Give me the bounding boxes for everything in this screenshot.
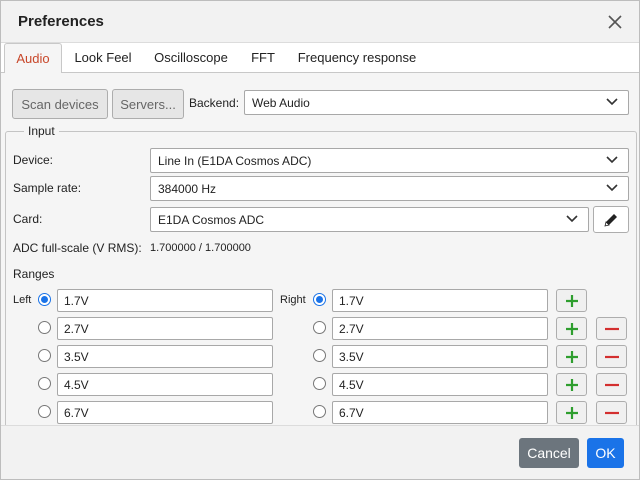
left-channel-label: Left — [13, 294, 32, 306]
close-button[interactable] — [605, 12, 625, 32]
card-label: Card: — [13, 212, 43, 226]
scan-devices-button[interactable]: Scan devices — [12, 89, 108, 119]
preferences-dialog: Preferences Audio Look Feel Oscilloscope… — [0, 0, 640, 480]
ok-button[interactable]: OK — [587, 438, 624, 468]
card-select[interactable]: E1DA Cosmos ADC — [150, 207, 589, 232]
plus-icon — [565, 294, 578, 307]
add-range-button-4[interactable] — [556, 373, 587, 396]
servers-button[interactable]: Servers... — [112, 89, 184, 119]
backend-label: Backend: — [189, 96, 240, 110]
left-range-radio-5[interactable] — [38, 405, 51, 418]
left-range-radio-1[interactable] — [38, 293, 51, 306]
device-select[interactable]: Line In (E1DA Cosmos ADC) — [150, 148, 629, 173]
left-range-input-5[interactable]: 6.7V — [57, 401, 273, 424]
card-value: E1DA Cosmos ADC — [158, 212, 265, 227]
plus-icon — [565, 378, 578, 391]
adc-full-scale-value: 1.700000 / 1.700000 — [150, 242, 251, 254]
right-range-radio-4[interactable] — [313, 377, 326, 390]
minus-icon — [604, 411, 619, 414]
plus-icon — [565, 350, 578, 363]
minus-icon — [604, 327, 619, 330]
right-range-input-5[interactable]: 6.7V — [332, 401, 548, 424]
plus-icon — [565, 322, 578, 335]
right-range-input-4[interactable]: 4.5V — [332, 373, 548, 396]
add-range-button-3[interactable] — [556, 345, 587, 368]
sample-rate-value: 384000 Hz — [158, 181, 217, 196]
left-range-input-2[interactable]: 2.7V — [57, 317, 273, 340]
left-range-radio-4[interactable] — [38, 377, 51, 390]
right-range-radio-2[interactable] — [313, 321, 326, 334]
backend-value: Web Audio — [252, 95, 310, 110]
right-range-radio-3[interactable] — [313, 349, 326, 362]
add-range-button-1[interactable] — [556, 289, 587, 312]
close-icon — [608, 15, 622, 29]
chevron-down-icon — [566, 215, 578, 223]
tab-fft[interactable]: FFT — [245, 43, 281, 73]
remove-range-button-5[interactable] — [596, 401, 627, 424]
right-range-radio-5[interactable] — [313, 405, 326, 418]
left-range-radio-3[interactable] — [38, 349, 51, 362]
right-range-input-2[interactable]: 2.7V — [332, 317, 548, 340]
tab-look-feel[interactable]: Look Feel — [67, 43, 139, 73]
right-range-input-3[interactable]: 3.5V — [332, 345, 548, 368]
chevron-down-icon — [606, 98, 618, 106]
minus-icon — [604, 355, 619, 358]
right-channel-label: Right — [280, 294, 306, 306]
device-value: Line In (E1DA Cosmos ADC) — [158, 153, 312, 168]
left-range-input-4[interactable]: 4.5V — [57, 373, 273, 396]
tab-frequency-response[interactable]: Frequency response — [291, 43, 423, 73]
left-range-input-1[interactable]: 1.7V — [57, 289, 273, 312]
tab-oscilloscope[interactable]: Oscilloscope — [147, 43, 235, 73]
remove-range-button-4[interactable] — [596, 373, 627, 396]
pencil-icon — [604, 213, 617, 227]
dialog-footer: Cancel OK — [1, 425, 639, 479]
ranges-label: Ranges — [13, 267, 55, 281]
title-bar: Preferences — [1, 1, 639, 43]
backend-select[interactable]: Web Audio — [244, 90, 629, 115]
sample-rate-select[interactable]: 384000 Hz — [150, 176, 629, 201]
input-legend: Input — [24, 124, 59, 138]
right-range-radio-1[interactable] — [313, 293, 326, 306]
tab-audio[interactable]: Audio — [4, 43, 62, 74]
cancel-button[interactable]: Cancel — [519, 438, 579, 468]
dialog-title: Preferences — [18, 13, 104, 30]
minus-icon — [604, 383, 619, 386]
right-range-input-1[interactable]: 1.7V — [332, 289, 548, 312]
remove-range-button-3[interactable] — [596, 345, 627, 368]
left-range-input-3[interactable]: 3.5V — [57, 345, 273, 368]
tab-bar: Audio Look Feel Oscilloscope FFT Frequen… — [1, 43, 639, 74]
sample-rate-label: Sample rate: — [13, 181, 82, 195]
device-label: Device: — [13, 153, 54, 167]
remove-range-button-2[interactable] — [596, 317, 627, 340]
adc-full-scale-label: ADC full-scale (V RMS): — [13, 241, 142, 255]
left-range-radio-2[interactable] — [38, 321, 51, 334]
audio-tab-panel: Scan devices Servers... Backend: Web Aud… — [1, 73, 639, 425]
chevron-down-icon — [606, 156, 618, 164]
add-range-button-2[interactable] — [556, 317, 587, 340]
add-range-button-5[interactable] — [556, 401, 587, 424]
chevron-down-icon — [606, 184, 618, 192]
plus-icon — [565, 406, 578, 419]
edit-card-button[interactable] — [593, 206, 629, 233]
